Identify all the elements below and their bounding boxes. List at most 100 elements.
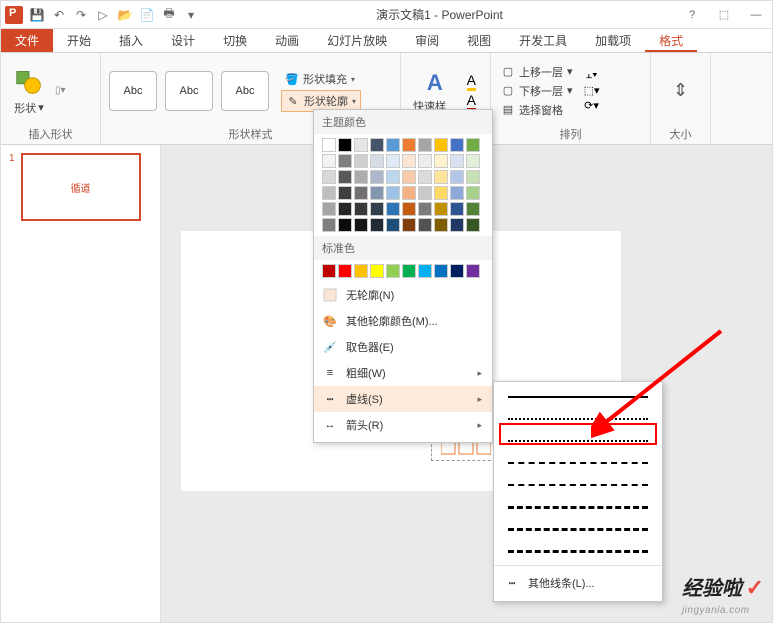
color-swatch[interactable]: [402, 170, 416, 184]
color-swatch[interactable]: [418, 218, 432, 232]
color-swatch[interactable]: [418, 154, 432, 168]
color-swatch[interactable]: [450, 154, 464, 168]
color-swatch[interactable]: [418, 202, 432, 216]
color-swatch[interactable]: [370, 218, 384, 232]
color-swatch[interactable]: [386, 218, 400, 232]
align-icon[interactable]: ⫠▾: [585, 69, 599, 83]
color-swatch[interactable]: [370, 170, 384, 184]
color-swatch[interactable]: [466, 218, 480, 232]
color-swatch[interactable]: [370, 154, 384, 168]
tab-format[interactable]: 格式: [645, 29, 697, 52]
dashes-item[interactable]: ┅ 虚线(S)▸: [314, 386, 492, 412]
tab-addins[interactable]: 加载项: [581, 29, 645, 52]
color-swatch[interactable]: [434, 186, 448, 200]
dash-style-solid[interactable]: [494, 386, 662, 408]
qat-new-icon[interactable]: 📄: [139, 7, 155, 23]
color-swatch[interactable]: [402, 202, 416, 216]
color-swatch[interactable]: [402, 138, 416, 152]
dash-style-long-dash-dot[interactable]: [494, 518, 662, 540]
color-swatch[interactable]: [338, 202, 352, 216]
tab-animations[interactable]: 动画: [261, 29, 313, 52]
insert-shape-button[interactable]: 形状▾: [9, 64, 49, 118]
color-swatch[interactable]: [434, 264, 448, 278]
color-swatch[interactable]: [466, 170, 480, 184]
color-swatch[interactable]: [434, 218, 448, 232]
text-outline-icon[interactable]: A: [467, 92, 476, 111]
color-swatch[interactable]: [370, 202, 384, 216]
more-lines-item[interactable]: ┅ 其他线条(L)...: [494, 569, 662, 597]
color-swatch[interactable]: [354, 154, 368, 168]
color-swatch[interactable]: [450, 202, 464, 216]
arrows-item[interactable]: ↔ 箭头(R)▸: [314, 412, 492, 438]
color-swatch[interactable]: [466, 202, 480, 216]
color-swatch[interactable]: [370, 138, 384, 152]
color-swatch[interactable]: [434, 170, 448, 184]
color-swatch[interactable]: [386, 202, 400, 216]
color-swatch[interactable]: [450, 186, 464, 200]
color-swatch[interactable]: [338, 218, 352, 232]
color-swatch[interactable]: [322, 154, 336, 168]
color-swatch[interactable]: [370, 186, 384, 200]
color-swatch[interactable]: [450, 170, 464, 184]
dash-style-square-dot[interactable]: [494, 430, 662, 452]
tab-design[interactable]: 设计: [157, 29, 209, 52]
color-swatch[interactable]: [450, 138, 464, 152]
dash-style-long-dash-dot-dot[interactable]: [494, 540, 662, 562]
dash-style-dash[interactable]: [494, 452, 662, 474]
tab-review[interactable]: 审阅: [401, 29, 453, 52]
tab-home[interactable]: 开始: [53, 29, 105, 52]
ribbon-display-icon[interactable]: ⬚: [712, 5, 736, 25]
color-swatch[interactable]: [434, 154, 448, 168]
shape-style-preset-2[interactable]: Abc: [165, 71, 213, 111]
minimize-icon[interactable]: —: [744, 5, 768, 25]
color-swatch[interactable]: [386, 186, 400, 200]
color-swatch[interactable]: [466, 138, 480, 152]
selection-pane-button[interactable]: ▤选择窗格: [499, 101, 575, 119]
color-swatch[interactable]: [386, 138, 400, 152]
weight-item[interactable]: ≡ 粗细(W)▸: [314, 360, 492, 386]
color-swatch[interactable]: [402, 264, 416, 278]
rotate-icon[interactable]: ⟳▾: [585, 99, 599, 113]
qat-save-icon[interactable]: 💾: [29, 7, 45, 23]
color-swatch[interactable]: [386, 170, 400, 184]
color-swatch[interactable]: [354, 170, 368, 184]
qat-redo-icon[interactable]: ↷: [73, 7, 89, 23]
size-height-icon[interactable]: ⇕: [673, 80, 688, 101]
color-swatch[interactable]: [338, 170, 352, 184]
color-swatch[interactable]: [370, 264, 384, 278]
color-swatch[interactable]: [354, 218, 368, 232]
color-swatch[interactable]: [322, 170, 336, 184]
gallery-expand-icon[interactable]: ▯▾: [55, 85, 66, 96]
group-icon[interactable]: ⬚▾: [585, 84, 599, 98]
tab-transitions[interactable]: 切换: [209, 29, 261, 52]
qat-open-icon[interactable]: 📂: [117, 7, 133, 23]
color-swatch[interactable]: [434, 138, 448, 152]
tab-file[interactable]: 文件: [1, 29, 53, 52]
dash-style-round-dot[interactable]: [494, 408, 662, 430]
color-swatch[interactable]: [354, 186, 368, 200]
qat-slideshow-icon[interactable]: ▷: [95, 7, 111, 23]
color-swatch[interactable]: [322, 138, 336, 152]
tab-insert[interactable]: 插入: [105, 29, 157, 52]
shape-style-preset-1[interactable]: Abc: [109, 71, 157, 111]
shape-fill-dropdown[interactable]: 🪣 形状填充▾: [281, 69, 361, 89]
color-swatch[interactable]: [402, 218, 416, 232]
qat-customize-icon[interactable]: ▾: [183, 7, 199, 23]
slide-thumbnail-1[interactable]: 循道: [21, 153, 141, 221]
help-icon[interactable]: ?: [680, 5, 704, 25]
color-swatch[interactable]: [322, 202, 336, 216]
color-swatch[interactable]: [466, 264, 480, 278]
shape-style-preset-3[interactable]: Abc: [221, 71, 269, 111]
color-swatch[interactable]: [386, 154, 400, 168]
qat-print-icon[interactable]: 🖶: [161, 7, 177, 23]
bring-forward-button[interactable]: ▢上移一层▾: [499, 63, 575, 81]
color-swatch[interactable]: [322, 218, 336, 232]
color-swatch[interactable]: [418, 186, 432, 200]
qat-undo-icon[interactable]: ↶: [51, 7, 67, 23]
color-swatch[interactable]: [450, 264, 464, 278]
color-swatch[interactable]: [466, 154, 480, 168]
dash-style-long-dash[interactable]: [494, 496, 662, 518]
color-swatch[interactable]: [434, 202, 448, 216]
color-swatch[interactable]: [418, 138, 432, 152]
send-backward-button[interactable]: ▢下移一层▾: [499, 82, 575, 100]
